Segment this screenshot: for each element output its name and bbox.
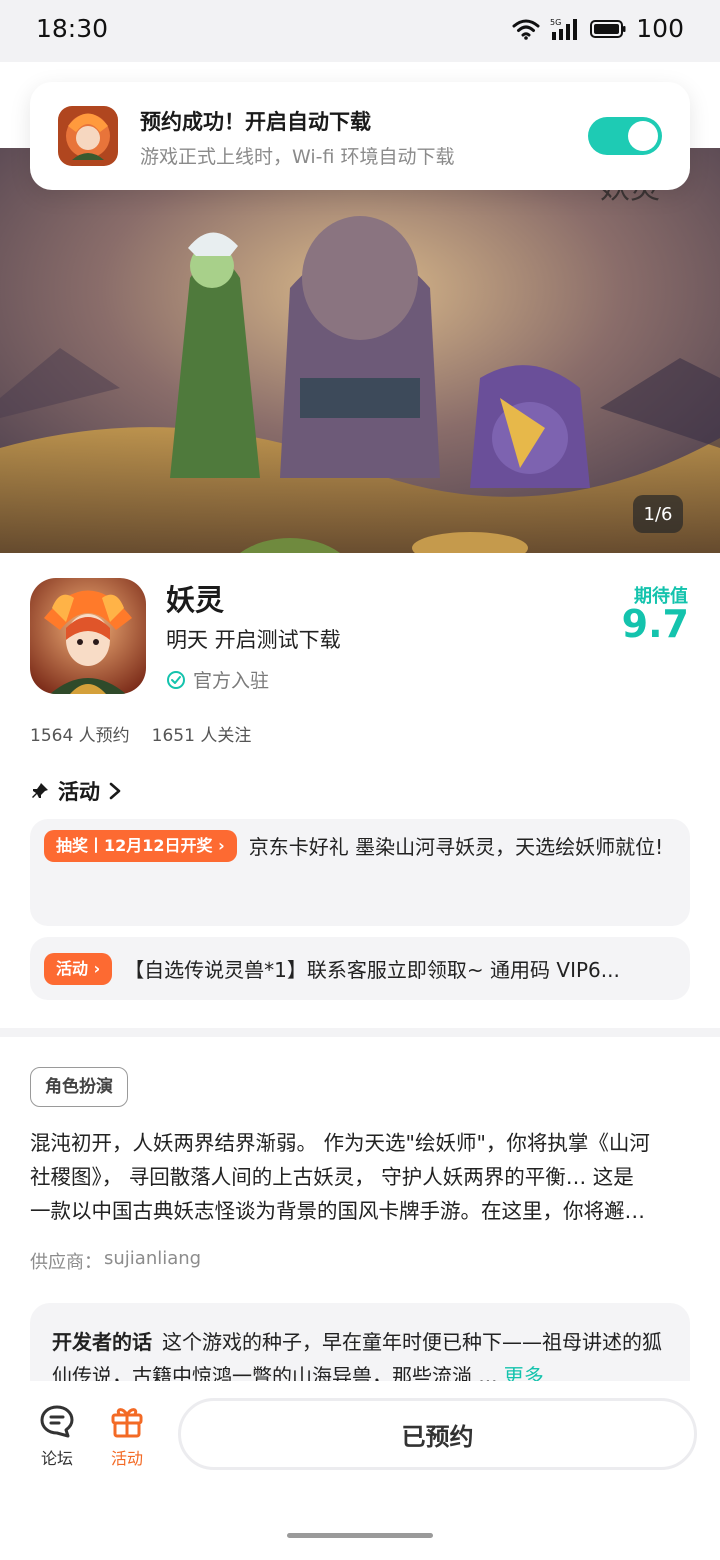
section-divider xyxy=(0,1028,720,1037)
verified-check-icon xyxy=(167,670,185,689)
genre-tag[interactable]: 角色扮演 xyxy=(30,1067,128,1107)
toast-title: 预约成功！开启自动下载 xyxy=(140,110,371,134)
nav-forum[interactable]: 论坛 xyxy=(22,1403,92,1469)
status-bar: 18:30 5G 100 xyxy=(0,0,720,62)
activity-card-lottery[interactable]: 抽奖丨12月12日开奖 › 京东卡好礼 墨染山河寻妖灵，天选绘妖师就位! xyxy=(30,819,690,926)
lottery-badge: 抽奖丨12月12日开奖 › xyxy=(44,830,237,862)
auto-download-toggle[interactable] xyxy=(588,117,662,155)
follower-count: 1651 人关注 xyxy=(151,726,252,746)
nav-activity-label: 活动 xyxy=(110,1449,143,1468)
supplier-name: sujianliang xyxy=(104,1248,202,1269)
activity-card-event[interactable]: 活动 › 【自选传说灵兽*1】联系客服立即领取~ 通用码 VIP6... xyxy=(30,937,690,1000)
developer-note-card[interactable]: 开发者的话 这个游戏的种子，早在童年时便已种下——祖母讲述的狐仙传说，古籍中惊鸿一… xyxy=(30,1303,690,1381)
release-info: 明天 开启测试下载 xyxy=(166,628,341,652)
cellular-signal-icon: 5G xyxy=(550,18,578,40)
home-indicator[interactable] xyxy=(287,1533,433,1538)
event-badge: 活动 › xyxy=(44,953,113,985)
game-description[interactable]: 混沌初开，人妖两界结界渐弱。 作为天选"绘妖师"，你将执掌《山河 社稷图》， 寻… xyxy=(30,1126,692,1228)
app-name: 妖灵 xyxy=(166,583,225,617)
toggle-knob xyxy=(628,121,658,151)
gift-icon xyxy=(111,1408,143,1438)
battery-icon xyxy=(590,19,626,38)
chevron-right-icon xyxy=(109,782,121,800)
official-label: 官方入驻 xyxy=(193,670,270,692)
nav-forum-label: 论坛 xyxy=(40,1449,73,1468)
wifi-icon xyxy=(512,19,540,40)
description-line: 混沌初开，人妖两界结界渐弱。 作为天选"绘妖师"，你将执掌《山河 xyxy=(30,1131,650,1155)
battery-level: 100 xyxy=(636,14,684,43)
game-key-art: 妖灵 xyxy=(0,148,720,553)
reservation-count: 1564 人预约 xyxy=(30,726,130,746)
reservation-success-toast[interactable]: 预约成功！开启自动下载 游戏正式上线时，Wi-fi 环境自动下载 xyxy=(30,82,690,190)
official-badge: 官方入驻 xyxy=(166,666,269,693)
status-time: 18:30 xyxy=(36,14,109,43)
toast-app-icon xyxy=(58,106,118,166)
reserved-button[interactable]: 已预约 xyxy=(178,1398,697,1470)
app-stats: 1564 人预约 1651 人关注 xyxy=(30,721,251,746)
hero-banner[interactable]: 妖灵 xyxy=(0,148,720,553)
svg-text:5G: 5G xyxy=(550,18,561,27)
activity-heading: 活动 xyxy=(58,780,100,804)
hero-page-indicator: 1/6 xyxy=(633,495,683,533)
app-icon[interactable] xyxy=(30,578,146,694)
status-icons: 5G 100 xyxy=(512,14,684,43)
description-line: 一款以中国古典妖志怪谈为背景的国风卡牌手游。在这里，你将邂… xyxy=(30,1199,645,1223)
lottery-text: 京东卡好礼 墨染山河寻妖灵，天选绘妖师就位! xyxy=(248,835,664,859)
more-link[interactable]: 更多 xyxy=(504,1364,544,1381)
toast-subtitle: 游戏正式上线时，Wi-fi 环境自动下载 xyxy=(140,146,455,168)
pin-icon xyxy=(32,783,48,798)
supplier-info: 供应商： sujianliang xyxy=(30,1248,201,1274)
forum-chat-icon xyxy=(40,1405,74,1438)
developer-note-label: 开发者的话 xyxy=(52,1330,152,1354)
expect-score: 9.7 xyxy=(621,602,689,646)
activity-section-header[interactable]: 活动 xyxy=(30,776,122,806)
event-text: 【自选传说灵兽*1】联系客服立即领取~ 通用码 VIP6... xyxy=(124,958,620,982)
description-line: 社稷图》， 寻回散落人间的上古妖灵， 守护人妖两界的平衡… 这是 xyxy=(30,1165,634,1189)
nav-activity[interactable]: 活动 xyxy=(92,1403,162,1469)
supplier-label: 供应商： xyxy=(30,1252,102,1273)
